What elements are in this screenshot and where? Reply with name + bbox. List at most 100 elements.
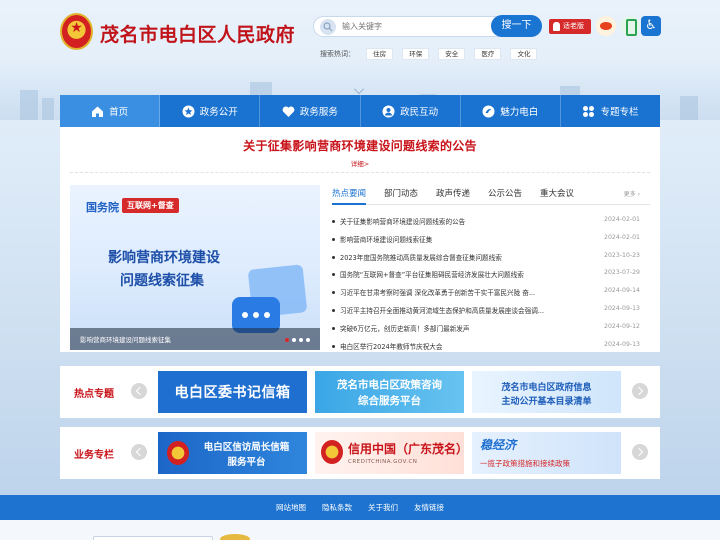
- news-date: 2024-09-12: [604, 322, 640, 330]
- news-more-link[interactable]: 更多 ›: [624, 189, 640, 198]
- news-date: 2024-02-01: [604, 233, 640, 241]
- tile-text: 茂名市电白区政府信息: [501, 383, 592, 393]
- nav-item-interaction[interactable]: 政民互动: [361, 95, 461, 127]
- search-input[interactable]: [342, 19, 492, 34]
- hot-search-tag[interactable]: 安全: [438, 47, 466, 60]
- bullet-icon: [332, 220, 335, 223]
- hot-topics-label: 热点专题: [74, 389, 114, 400]
- tile-text: 信用中国（广东茂名）: [348, 442, 464, 456]
- mobile-icon[interactable]: [620, 16, 640, 36]
- news-title[interactable]: 习近平在甘肃考察时强调 深化改革勇于创新苦干实干富民兴陇 奋...: [340, 287, 572, 297]
- site-title[interactable]: 茂名市电白区人民政府: [100, 20, 295, 47]
- tile-text: 主动公开基本目录清单: [501, 397, 592, 407]
- news-title[interactable]: 影响营商环境建设问题线索征集: [340, 234, 572, 244]
- footer-link-friends[interactable]: 友情链接: [414, 502, 444, 513]
- accessibility-icon[interactable]: ♿: [641, 16, 661, 36]
- news-item[interactable]: 突破6万亿元，创历史新高！多部门最新发声 2024-09-12: [332, 320, 650, 338]
- banner-org: 国务院: [86, 201, 119, 214]
- arrow-right-icon[interactable]: [632, 383, 648, 399]
- tile-text: 稳经济: [480, 438, 517, 452]
- footer-link-about[interactable]: 关于我们: [368, 502, 398, 513]
- news-item[interactable]: 电白区举行2024年教师节庆祝大会 2024-09-13: [332, 338, 650, 356]
- nav-label: 首页: [109, 107, 129, 118]
- footer-select[interactable]: [93, 536, 213, 540]
- news-item[interactable]: 习近平在甘肃考察时强调 深化改革勇于创新苦干实干富民兴陇 奋... 2024-09…: [332, 284, 650, 302]
- headline-more-link[interactable]: 详细>: [60, 158, 660, 168]
- tab-dept-news[interactable]: 部门动态: [384, 187, 418, 205]
- search-button[interactable]: 搜一下: [491, 15, 542, 37]
- hot-topics-row: 热点专题 电白区委书记信箱 茂名市电白区政策咨询 综合服务平台 茂名市电白区政府…: [60, 366, 660, 418]
- featured-banner[interactable]: 国务院 互联网+督查 影响营商环境建设 问题线索征集 影响营商环境建设问题线索征…: [70, 185, 320, 350]
- tile-text: 综合服务平台: [358, 395, 421, 407]
- grid-icon: [582, 105, 595, 118]
- arrow-right-icon[interactable]: [632, 444, 648, 460]
- news-item[interactable]: 国务院“互联网+督查”平台征集阻碍民营经济发展壮大问题线索 2023-07-29: [332, 266, 650, 284]
- carousel-dot[interactable]: [306, 338, 310, 342]
- nav-item-gov-affairs[interactable]: 政务公开: [160, 95, 261, 127]
- banner-line2: 问题线索征集: [120, 273, 204, 289]
- business-label: 业务专栏: [74, 450, 114, 461]
- news-date: 2024-09-13: [604, 340, 640, 348]
- footer-link-privacy[interactable]: 隐私条款: [322, 502, 352, 513]
- heart-icon: [282, 105, 295, 118]
- hot-search-tag[interactable]: 文化: [510, 47, 538, 60]
- news-title[interactable]: 关于征集影响营商环境建设问题线索的公告: [340, 216, 572, 226]
- elder-mode-button[interactable]: 适老版: [549, 19, 591, 34]
- hot-search-tag[interactable]: 医疗: [474, 47, 502, 60]
- tab-hot-news[interactable]: 热点要闻: [332, 187, 367, 205]
- tile-info-catalog[interactable]: 茂名市电白区政府信息 主动公开基本目录清单: [472, 371, 621, 413]
- carousel-dots[interactable]: [285, 338, 310, 342]
- footer-link-sitemap[interactable]: 网站地图: [276, 502, 306, 513]
- tab-major-meetings[interactable]: 重大会议: [540, 187, 574, 205]
- news-title[interactable]: 国务院“互联网+督查”平台征集阻碍民营经济发展壮大问题线索: [340, 269, 572, 279]
- news-title[interactable]: 电白区举行2024年教师节庆祝大会: [340, 341, 572, 351]
- arrow-left-icon[interactable]: [131, 444, 147, 460]
- national-emblem-icon: [60, 13, 93, 50]
- news-item[interactable]: 影响营商环境建设问题线索征集 2024-02-01: [332, 231, 650, 249]
- user-icon: [382, 105, 395, 118]
- nav-label: 魅力电白: [500, 107, 539, 118]
- banner-caption: 影响营商环境建设问题线索征集: [80, 336, 171, 344]
- carousel-dot[interactable]: [299, 338, 303, 342]
- carousel-dot[interactable]: [285, 338, 289, 342]
- swirl-icon: [482, 105, 495, 118]
- search-icon: [320, 19, 336, 35]
- nav-item-home[interactable]: 首页: [60, 95, 161, 127]
- news-title[interactable]: 习近平主持召开全面推动黄河流域生态保护和高质量发展座谈会强调...: [340, 305, 572, 315]
- bullet-icon: [332, 273, 335, 277]
- hot-search-tag[interactable]: 环保: [402, 47, 430, 60]
- tab-announcements[interactable]: 公示公告: [488, 187, 522, 205]
- tile-text: 一揽子政策措施和接续政策: [480, 459, 570, 468]
- news-title[interactable]: 2023年度国务院推动高质量发展综合督查征集问题线索: [340, 252, 572, 262]
- headline-title[interactable]: 关于征集影响营商环境建设问题线索的公告: [60, 137, 660, 154]
- nav-item-gov-service[interactable]: 政务服务: [260, 95, 361, 127]
- banner-tag: 互联网+督查: [122, 198, 179, 213]
- hot-search-tag[interactable]: 住房: [366, 47, 394, 60]
- news-date: 2024-02-01: [604, 216, 640, 223]
- tab-policy-voice[interactable]: 政声传递: [436, 187, 470, 205]
- news-item[interactable]: 关于征集影响营商环境建设问题线索的公告 2024-02-01: [332, 213, 650, 231]
- arrow-left-icon[interactable]: [131, 383, 147, 399]
- emblem-icon: [167, 441, 189, 465]
- star-icon: [182, 105, 195, 118]
- hot-search-label: 搜索热词：: [320, 49, 355, 58]
- nav-label: 政民互动: [400, 107, 439, 118]
- weibo-icon[interactable]: [596, 16, 616, 36]
- tile-stable-economy[interactable]: 稳经济 一揽子政策措施和接续政策: [472, 432, 621, 474]
- news-list: 关于征集影响营商环境建设问题线索的公告 2024-02-01 影响营商环境建设问题…: [332, 213, 650, 355]
- nav-item-special-topics[interactable]: 专题专栏: [561, 95, 660, 127]
- news-item[interactable]: 2023年度国务院推动高质量发展综合督查征集问题线索 2023-10-23: [332, 249, 650, 267]
- nav-item-charm-dianbai[interactable]: 魅力电白: [461, 95, 561, 127]
- tile-secretary-mailbox[interactable]: 电白区委书记信箱: [158, 371, 307, 413]
- main-nav: 首页 政务公开 政务服务 政民互动 魅力电白 专题专栏: [60, 95, 660, 127]
- tile-policy-consult[interactable]: 茂名市电白区政策咨询 综合服务平台: [315, 371, 464, 413]
- carousel-dot[interactable]: [292, 338, 296, 342]
- news-title[interactable]: 突破6万亿元，创历史新高！多部门最新发声: [340, 323, 572, 333]
- divider: [70, 172, 650, 173]
- bullet-icon: [332, 344, 335, 348]
- bullet-icon: [332, 237, 335, 241]
- gov-badge-icon[interactable]: [220, 534, 250, 540]
- news-item[interactable]: 习近平主持召开全面推动黄河流域生态保护和高质量发展座谈会强调... 2024-09…: [332, 302, 650, 320]
- tile-petition-mailbox[interactable]: 电白区信访局长信箱 服务平台: [158, 432, 307, 474]
- tile-credit-china[interactable]: 信用中国（广东茂名） CREDITCHINA.GOV.CN: [315, 432, 464, 474]
